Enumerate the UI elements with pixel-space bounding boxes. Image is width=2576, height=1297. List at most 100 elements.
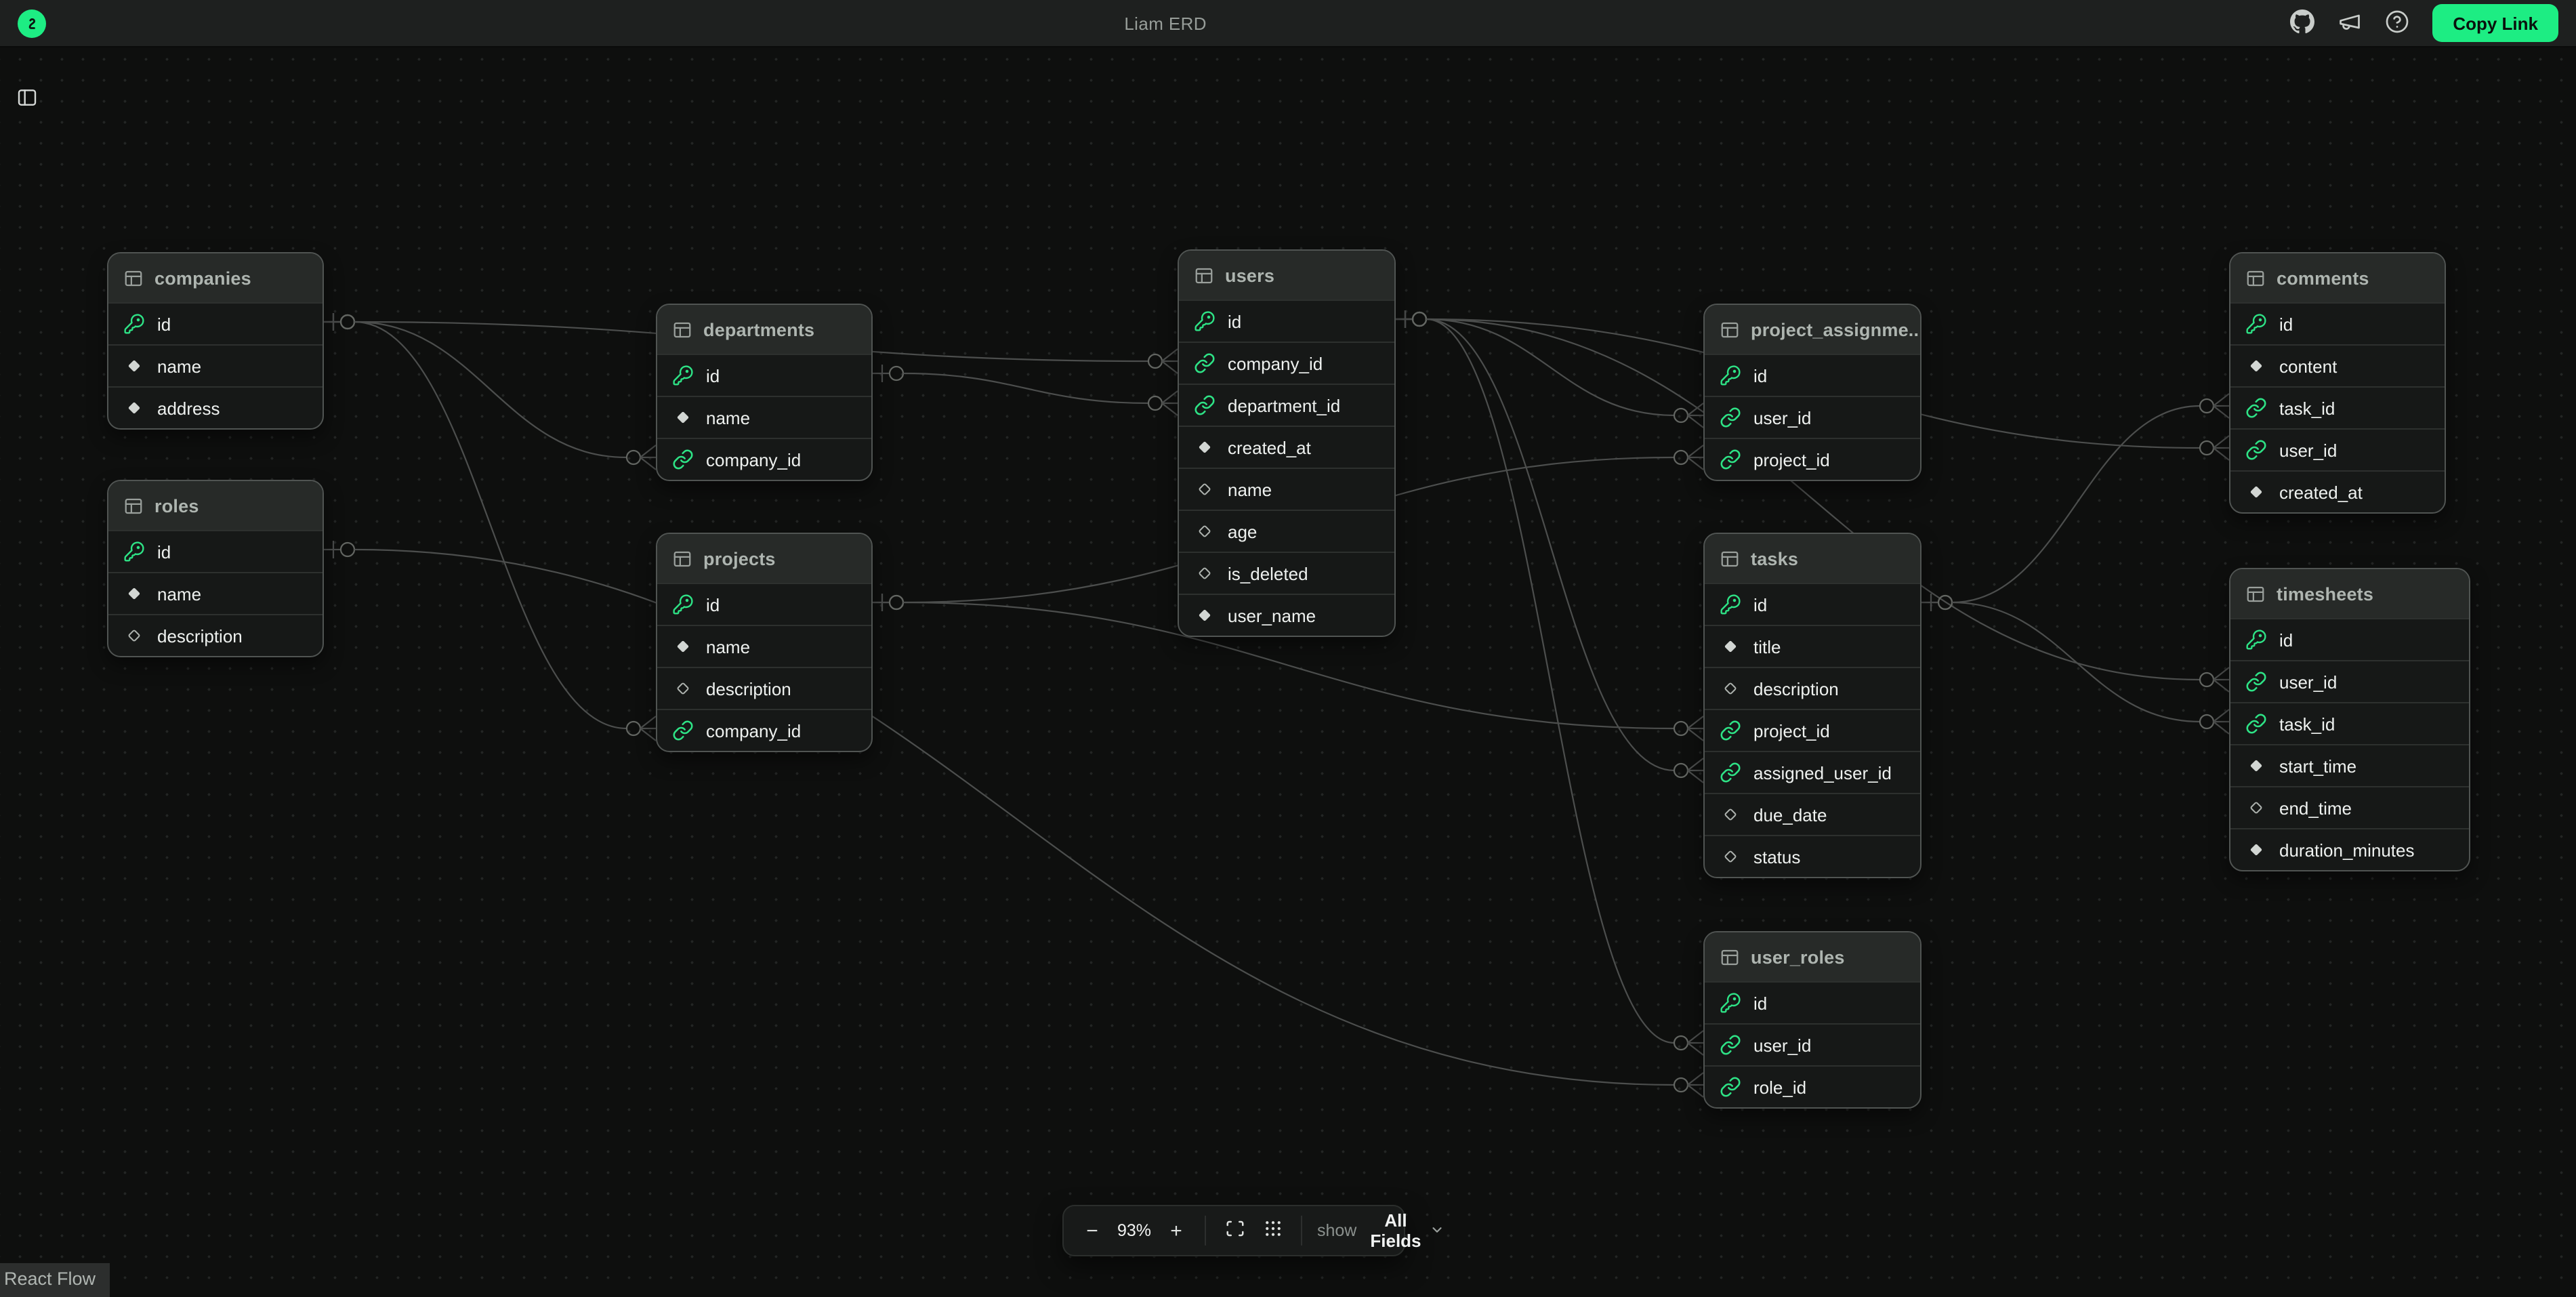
column-row-name[interactable]: name [108, 572, 323, 614]
announcements-button[interactable] [2332, 5, 2367, 41]
table-header[interactable]: user_roles [1705, 932, 1920, 981]
column-row-age[interactable]: age [1179, 510, 1394, 552]
column-row-role_id[interactable]: role_id [1705, 1065, 1920, 1107]
table-header[interactable]: tasks [1705, 534, 1920, 583]
diamond-filled-icon [2245, 755, 2267, 777]
table-node-timesheets[interactable]: timesheetsid user_id task_idstart_timeend_… [2229, 568, 2470, 871]
toolbar-divider [1301, 1216, 1302, 1245]
column-row-department_id[interactable]: department_id [1179, 384, 1394, 426]
show-fields-dropdown[interactable]: All Fields [1367, 1210, 1447, 1251]
table-header[interactable]: companies [108, 253, 323, 302]
diamond-filled-icon [672, 636, 694, 657]
column-row-start_time[interactable]: start_time [2230, 744, 2469, 786]
table-name: comments [2277, 268, 2369, 288]
column-row-name[interactable]: name [657, 396, 871, 438]
table-node-roles[interactable]: rolesidnamedescription [107, 480, 324, 657]
copy-link-button[interactable]: Copy Link [2432, 4, 2558, 42]
table-node-project_assignments[interactable]: project_assignme...id user_idproject_id [1703, 304, 1921, 481]
column-row-created_at[interactable]: created_at [2230, 470, 2445, 512]
column-row-company_id[interactable]: company_id [657, 438, 871, 480]
column-row-project_id[interactable]: project_id [1705, 438, 1920, 480]
erd-canvas[interactable]: companiesidnameaddressrolesidnamedescrip… [0, 0, 2576, 1294]
column-name: duration_minutes [2279, 840, 2414, 860]
column-name: user_id [2279, 672, 2337, 692]
column-row-company_id[interactable]: company_id [1179, 342, 1394, 384]
column-row-end_time[interactable]: end_time [2230, 786, 2469, 828]
column-name: description [706, 678, 791, 699]
table-node-companies[interactable]: companiesidnameaddress [107, 252, 324, 430]
column-name: id [2279, 314, 2293, 334]
column-row-description[interactable]: description [657, 667, 871, 709]
github-button[interactable] [2285, 5, 2320, 41]
column-row-task_id[interactable]: task_id [2230, 386, 2445, 428]
column-name: id [1753, 993, 1767, 1013]
diamond-filled-icon [1194, 436, 1216, 458]
react-flow-attribution[interactable]: React Flow [0, 1263, 109, 1297]
column-row-due_date[interactable]: due_date [1705, 793, 1920, 835]
tidy-up-button[interactable] [1256, 1214, 1289, 1247]
table-node-comments[interactable]: comments id contenttask_iduser_idcreated_a… [2229, 252, 2446, 514]
column-row-name[interactable]: name [108, 344, 323, 386]
table-header[interactable]: projects [657, 534, 871, 583]
key-icon [2245, 313, 2267, 335]
table-header[interactable]: timesheets [2230, 569, 2469, 618]
zoom-in-button[interactable]: + [1160, 1214, 1192, 1247]
column-row-id[interactable]: id [657, 354, 871, 396]
table-node-user_roles[interactable]: user_rolesid user_idrole_id [1703, 931, 1921, 1109]
column-row-id[interactable]: id [2230, 302, 2445, 344]
table-header[interactable]: users [1179, 251, 1394, 300]
column-row-address[interactable]: address [108, 386, 323, 428]
column-row-project_id[interactable]: project_id [1705, 709, 1920, 751]
column-row-is_deleted[interactable]: is_deleted [1179, 552, 1394, 594]
table-header[interactable]: project_assignme... [1705, 305, 1920, 354]
table-header[interactable]: comments [2230, 253, 2445, 302]
sidebar-toggle-button[interactable] [11, 83, 43, 115]
link-icon [1194, 352, 1216, 374]
column-row-content[interactable]: content [2230, 344, 2445, 386]
column-row-id[interactable]: id [1179, 300, 1394, 342]
help-button[interactable] [2380, 5, 2415, 41]
column-row-description[interactable]: description [1705, 667, 1920, 709]
column-name: id [1753, 365, 1767, 386]
column-name: title [1753, 636, 1781, 657]
column-row-created_at[interactable]: created_at [1179, 426, 1394, 468]
table-icon [1720, 319, 1740, 339]
column-row-assigned_user_id[interactable]: assigned_user_id [1705, 751, 1920, 793]
column-row-name[interactable]: name [1179, 468, 1394, 510]
column-row-id[interactable]: id [1705, 354, 1920, 396]
column-row-task_id[interactable]: task_id [2230, 702, 2469, 744]
column-row-user_id[interactable]: user_id [1705, 1023, 1920, 1065]
column-row-name[interactable]: name [657, 625, 871, 667]
column-row-duration_minutes[interactable]: duration_minutes [2230, 828, 2469, 870]
key-icon [2245, 629, 2267, 651]
column-row-id[interactable]: id [108, 530, 323, 572]
header-actions: Copy Link [2285, 4, 2558, 42]
key-icon [1720, 594, 1741, 615]
column-row-user_name[interactable]: user_name [1179, 594, 1394, 636]
table-icon [1720, 947, 1740, 967]
column-row-status[interactable]: status [1705, 835, 1920, 877]
column-row-title[interactable]: title [1705, 625, 1920, 667]
column-row-id[interactable]: id [657, 583, 871, 625]
fit-view-button[interactable] [1218, 1214, 1251, 1247]
table-header[interactable]: departments [657, 305, 871, 354]
column-row-id[interactable]: id [1705, 981, 1920, 1023]
table-node-departments[interactable]: departmentsidnamecompany_id [656, 304, 873, 481]
zoom-out-button[interactable]: − [1076, 1214, 1108, 1247]
help-circle-icon [2385, 9, 2409, 37]
table-header[interactable]: roles [108, 481, 323, 530]
column-row-description[interactable]: description [108, 614, 323, 656]
table-name: tasks [1751, 548, 1798, 569]
column-row-company_id[interactable]: company_id [657, 709, 871, 751]
column-row-user_id[interactable]: user_id [1705, 396, 1920, 438]
link-icon [672, 720, 694, 741]
table-node-tasks[interactable]: tasks id title descriptionproject_idassigne… [1703, 533, 1921, 878]
table-node-projects[interactable]: projectsidname description company_id [656, 533, 873, 752]
column-row-id[interactable]: id [108, 302, 323, 344]
column-row-user_id[interactable]: user_id [2230, 660, 2469, 702]
column-row-user_id[interactable]: user_id [2230, 428, 2445, 470]
column-name: due_date [1753, 804, 1827, 825]
column-row-id[interactable]: id [1705, 583, 1920, 625]
table-node-users[interactable]: usersidcompany_iddepartment_idcreated_at… [1178, 249, 1396, 637]
column-row-id[interactable]: id [2230, 618, 2469, 660]
